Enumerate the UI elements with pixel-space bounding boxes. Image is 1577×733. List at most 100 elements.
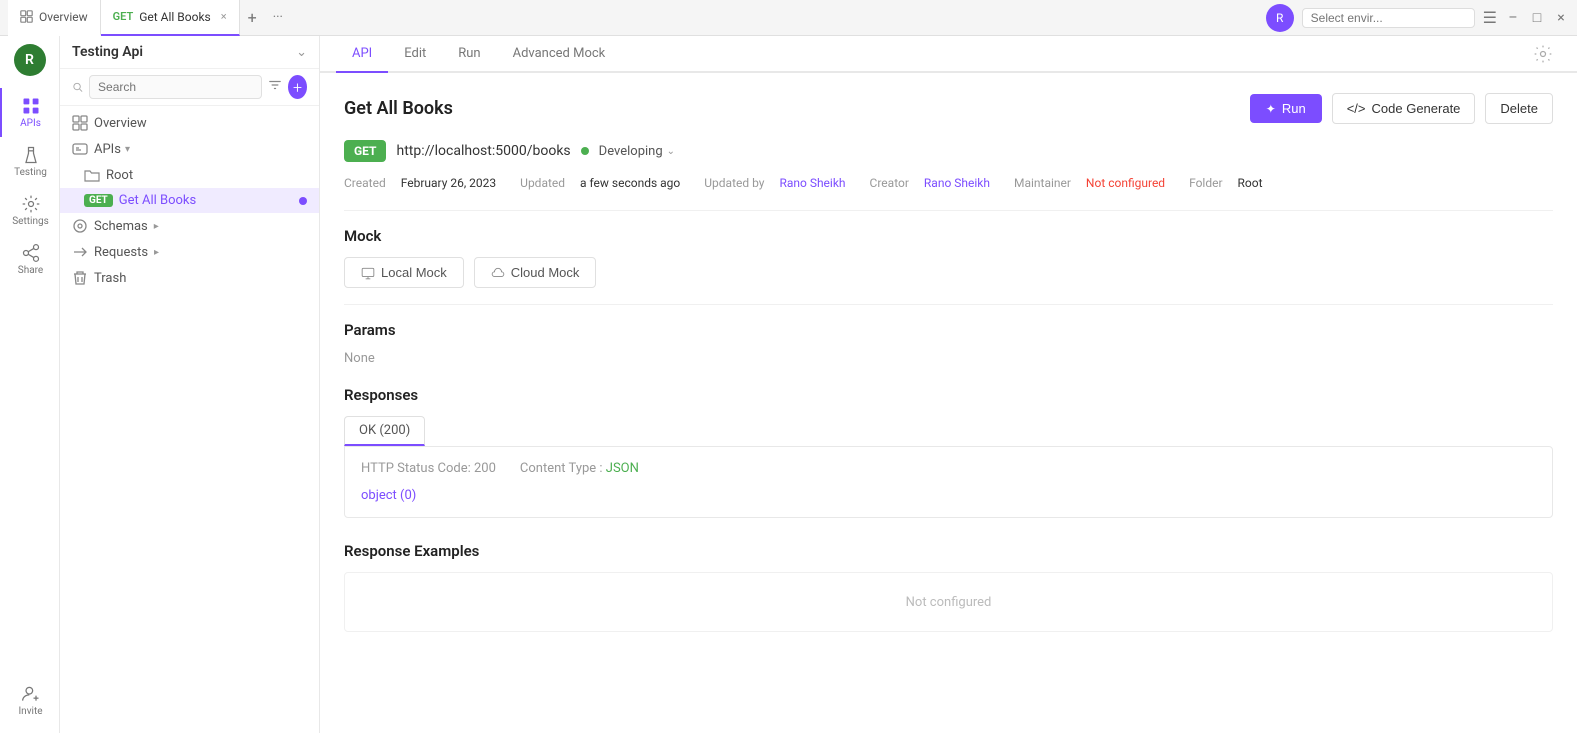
http-status: HTTP Status Code: 200 bbox=[361, 461, 496, 476]
sub-tab-api[interactable]: API bbox=[336, 36, 388, 73]
minimize-button[interactable]: – bbox=[1505, 10, 1521, 26]
response-examples-section: Response Examples Not configured bbox=[344, 542, 1553, 632]
code-generate-button[interactable]: </> Code Generate bbox=[1332, 93, 1476, 124]
content-body: Get All Books ✦ Run </> Code Generate De… bbox=[320, 73, 1577, 733]
content-area: API Edit Run Advanced Mock Get All Books bbox=[320, 36, 1577, 733]
env-caret-icon: ⌄ bbox=[667, 146, 675, 157]
nav-item-trash[interactable]: Trash bbox=[60, 265, 319, 291]
created-value: February 26, 2023 bbox=[401, 176, 496, 190]
icon-sidebar-bottom: Invite bbox=[12, 676, 46, 725]
user-avatar-icon: R bbox=[1266, 4, 1294, 32]
maximize-button[interactable]: □ bbox=[1529, 10, 1545, 26]
testing-icon bbox=[21, 145, 41, 165]
creator-label: Creator bbox=[870, 176, 912, 190]
object-link[interactable]: object (0) bbox=[361, 488, 416, 503]
run-button[interactable]: ✦ Run bbox=[1250, 94, 1322, 123]
left-panel-header: Testing Api ⌄ bbox=[60, 36, 319, 69]
sub-tab-run[interactable]: Run bbox=[442, 36, 496, 73]
content-type: Content Type : JSON bbox=[520, 461, 639, 476]
settings-cog-icon[interactable] bbox=[1533, 44, 1553, 64]
mock-section: Mock Local Mock Cloud bbox=[344, 227, 1553, 288]
response-tab[interactable]: OK (200) bbox=[344, 416, 425, 446]
mock-buttons: Local Mock Cloud Mock bbox=[344, 257, 1553, 288]
response-examples-title: Response Examples bbox=[344, 542, 1553, 560]
tab-add-button[interactable]: + bbox=[240, 8, 265, 27]
filter-button[interactable] bbox=[268, 78, 282, 96]
nav-item-get-all-books[interactable]: GET Get All Books bbox=[60, 188, 319, 213]
response-meta: HTTP Status Code: 200 Content Type : JSO… bbox=[361, 461, 1536, 476]
folder-icon bbox=[84, 167, 100, 183]
creator-value: Rano Sheikh bbox=[924, 176, 990, 190]
settings-icon bbox=[21, 194, 41, 214]
share-icon bbox=[21, 243, 41, 263]
cloud-mock-button[interactable]: Cloud Mock bbox=[474, 257, 597, 288]
apis-icon bbox=[21, 96, 41, 116]
sidebar-item-testing[interactable]: Testing bbox=[0, 137, 59, 186]
nav-item-apis[interactable]: APIs ▾ bbox=[60, 136, 319, 162]
updated-label: Updated bbox=[520, 176, 568, 190]
env-select-input[interactable] bbox=[1302, 8, 1475, 28]
cloud-icon bbox=[491, 266, 505, 280]
apis-caret-icon[interactable]: ▾ bbox=[125, 144, 130, 155]
sidebar-label-share: Share bbox=[18, 265, 43, 276]
sub-tab-edit[interactable]: Edit bbox=[388, 36, 442, 73]
page-header: Get All Books ✦ Run </> Code Generate De… bbox=[344, 93, 1553, 124]
icon-sidebar: R APIs Testing Settings bbox=[0, 36, 60, 733]
environment-badge[interactable]: Developing ⌄ bbox=[599, 144, 675, 159]
nav-item-schemas[interactable]: Schemas ▸ bbox=[60, 213, 319, 239]
nav-apis-label: APIs bbox=[94, 142, 121, 157]
hamburger-icon[interactable]: ☰ bbox=[1483, 8, 1497, 27]
overview-icon bbox=[72, 115, 88, 131]
divider-1 bbox=[344, 210, 1553, 211]
local-mock-icon bbox=[361, 266, 375, 280]
params-title: Params bbox=[344, 321, 1553, 339]
sub-tab-bar: API Edit Run Advanced Mock bbox=[320, 36, 1577, 73]
nav-item-requests[interactable]: Requests ▸ bbox=[60, 239, 319, 265]
schemas-caret-icon[interactable]: ▸ bbox=[154, 221, 159, 232]
tab-get-all-books[interactable]: GET Get All Books × bbox=[101, 0, 240, 36]
search-input[interactable] bbox=[89, 75, 262, 99]
grid-icon bbox=[20, 10, 33, 23]
request-icon bbox=[72, 244, 88, 260]
delete-button[interactable]: Delete bbox=[1485, 93, 1553, 124]
nav-tree: Overview APIs ▾ Root GET bbox=[60, 106, 319, 733]
code-gen-icon: </> bbox=[1347, 101, 1366, 116]
sidebar-item-settings[interactable]: Settings bbox=[0, 186, 59, 235]
tab-bar: Overview GET Get All Books × + ··· R ☰ –… bbox=[0, 0, 1577, 36]
nav-get-all-books-label: Get All Books bbox=[119, 193, 196, 208]
run-icon: ✦ bbox=[1266, 102, 1276, 116]
sidebar-item-apis[interactable]: APIs bbox=[0, 88, 59, 137]
maintainer-label: Maintainer bbox=[1014, 176, 1074, 190]
tab-get-all-books-label: Get All Books bbox=[139, 10, 211, 24]
params-value: None bbox=[344, 351, 1553, 366]
nav-item-root[interactable]: Root bbox=[60, 162, 319, 188]
add-button[interactable]: + bbox=[288, 75, 307, 99]
sidebar-item-share[interactable]: Share bbox=[0, 235, 59, 284]
filter-icon bbox=[268, 78, 282, 92]
created-label: Created bbox=[344, 176, 389, 190]
response-examples-placeholder: Not configured bbox=[886, 575, 1012, 630]
active-dot bbox=[299, 197, 307, 205]
tab-method-badge: GET bbox=[113, 10, 134, 23]
nav-item-overview[interactable]: Overview bbox=[60, 110, 319, 136]
mock-title: Mock bbox=[344, 227, 1553, 245]
tab-bar-right: R ☰ – □ × bbox=[1266, 4, 1569, 32]
nav-overview-label: Overview bbox=[94, 116, 147, 131]
tab-close-button[interactable]: × bbox=[221, 10, 227, 23]
tab-more-button[interactable]: ··· bbox=[265, 10, 291, 25]
project-caret-icon[interactable]: ⌄ bbox=[296, 45, 307, 60]
tab-overview-label: Overview bbox=[39, 10, 88, 24]
status-dot bbox=[581, 147, 589, 155]
params-section: Params None bbox=[344, 321, 1553, 366]
close-button[interactable]: × bbox=[1553, 10, 1569, 26]
invite-icon bbox=[21, 684, 41, 704]
content-type-value: JSON bbox=[606, 461, 639, 476]
updated-value: a few seconds ago bbox=[580, 176, 680, 190]
sidebar-item-invite[interactable]: Invite bbox=[12, 676, 46, 725]
environment-label: Developing bbox=[599, 144, 663, 159]
requests-caret-icon[interactable]: ▸ bbox=[154, 247, 159, 258]
local-mock-button[interactable]: Local Mock bbox=[344, 257, 464, 288]
sub-tab-advanced-mock[interactable]: Advanced Mock bbox=[497, 36, 622, 73]
content-header-right bbox=[1525, 36, 1561, 71]
tab-overview[interactable]: Overview bbox=[8, 0, 101, 36]
